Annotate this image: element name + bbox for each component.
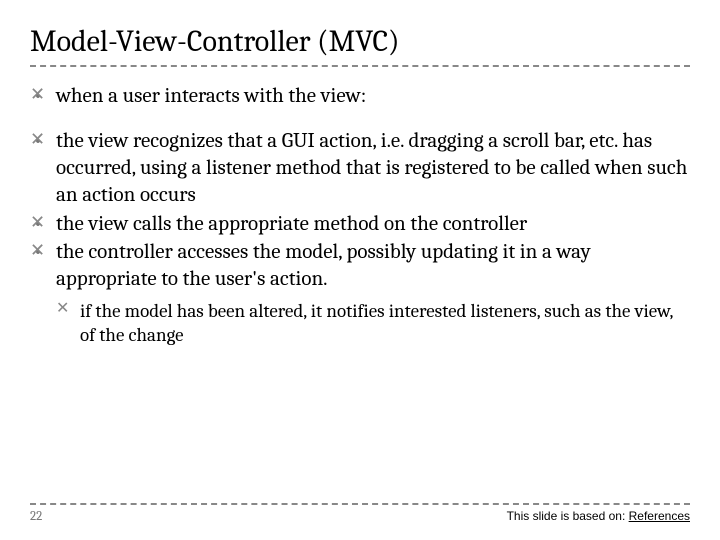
sub-bullet-list: ✕ if the model has been altered, it noti… <box>56 299 690 348</box>
reference-prefix: This slide is based on: <box>507 509 629 523</box>
title-divider <box>30 65 690 67</box>
list-item: ✕ the view recognizes that a GUI action,… <box>30 128 690 209</box>
footer-row: 22 This slide is based on: References <box>30 509 690 524</box>
list-item: ✕ the view calls the appropriate method … <box>30 211 690 238</box>
bullet-text: the view calls the appropriate method on… <box>56 212 527 236</box>
bullet-icon: ✕ <box>30 211 45 234</box>
slide-footer: 22 This slide is based on: References <box>30 503 690 524</box>
bullet-text: if the model has been altered, it notifi… <box>80 300 673 346</box>
list-item: ✕ when a user interacts with the view: <box>30 83 690 110</box>
bullet-text: when a user interacts with the view: <box>56 84 366 108</box>
bullet-list: ✕ when a user interacts with the view: ✕… <box>30 83 690 348</box>
slide-title: Model-View-Controller (MVC) <box>30 24 690 59</box>
reference-link[interactable]: References <box>629 509 690 523</box>
reference-text: This slide is based on: References <box>507 509 690 523</box>
slide: Model-View-Controller (MVC) ✕ when a use… <box>0 0 720 540</box>
bullet-icon: ✕ <box>30 83 45 106</box>
bullet-icon: ✕ <box>30 128 45 151</box>
slide-content: ✕ when a user interacts with the view: ✕… <box>30 83 690 348</box>
page-number: 22 <box>30 509 42 524</box>
bullet-text: the controller accesses the model, possi… <box>56 240 591 291</box>
footer-divider <box>30 503 690 505</box>
list-item: ✕ if the model has been altered, it noti… <box>56 299 690 348</box>
bullet-icon: ✕ <box>30 239 45 262</box>
list-item: ✕ the controller accesses the model, pos… <box>30 239 690 347</box>
bullet-text: the view recognizes that a GUI action, i… <box>56 129 687 207</box>
bullet-icon: ✕ <box>56 299 69 319</box>
